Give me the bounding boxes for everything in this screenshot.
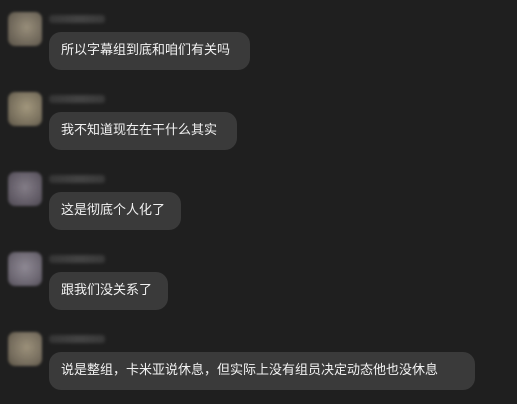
username-blurred	[49, 95, 105, 103]
avatar[interactable]	[8, 172, 42, 206]
avatar[interactable]	[8, 92, 42, 126]
message-text: 这是彻底个人化了	[61, 203, 166, 218]
username-blurred	[49, 255, 105, 263]
message-text: 跟我们没关系了	[61, 283, 153, 298]
message-bubble[interactable]: 跟我们没关系了	[49, 272, 168, 310]
username-blurred	[49, 175, 105, 183]
username-blurred	[49, 15, 105, 23]
avatar[interactable]	[8, 12, 42, 46]
avatar[interactable]	[8, 332, 42, 366]
message-bubble[interactable]: 我不知道现在在干什么其实	[49, 112, 237, 150]
message-bubble[interactable]: 所以字幕组到底和咱们有关吗	[49, 32, 250, 70]
message-bubble[interactable]: 说是整组，卡米亚说休息，但实际上没有组员决定动态他也没休息	[49, 352, 475, 390]
message-text: 所以字幕组到底和咱们有关吗	[61, 43, 231, 58]
username-blurred	[49, 335, 105, 343]
message-bubble[interactable]: 这是彻底个人化了	[49, 192, 181, 230]
avatar[interactable]	[8, 252, 42, 286]
message-text: 说是整组，卡米亚说休息，但实际上没有组员决定动态他也没休息	[61, 363, 439, 378]
message-text: 我不知道现在在干什么其实	[61, 123, 218, 138]
